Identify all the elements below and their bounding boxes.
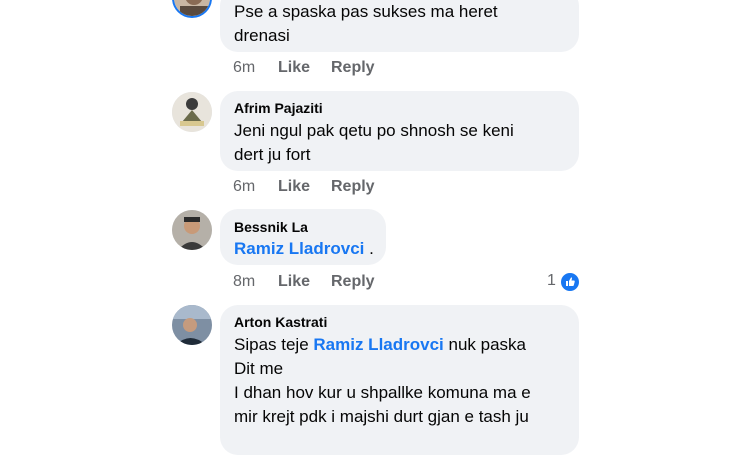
comment-author[interactable]: Bessnik La [234, 218, 372, 236]
reply-button[interactable]: Reply [331, 177, 375, 197]
comment-text-line: I dhan hov kur u shpallke komuna ma e [234, 383, 531, 402]
mention-link[interactable]: Ramiz Lladrovci [313, 335, 443, 354]
comment-text-line: Pse a spaska pas sukses ma heret [234, 2, 498, 21]
comment-actions: 6m Like Reply [233, 58, 433, 78]
reaction-count-value: 1 [547, 272, 556, 289]
comment-time[interactable]: 6m [233, 177, 255, 197]
reply-button[interactable]: Reply [331, 272, 375, 292]
comment-text-line: Jeni ngul pak qetu po shnosh se keni [234, 121, 514, 140]
reaction-count[interactable]: 1 [547, 271, 556, 291]
reply-button[interactable]: Reply [331, 58, 375, 78]
comment-time[interactable]: 8m [233, 272, 255, 292]
comment-bubble: Arton Kastrati Sipas teje Ramiz Lladrovc… [220, 305, 579, 455]
mention-link[interactable]: Ramiz Lladrovci [234, 239, 364, 258]
comment-text-line: mir krejt pdk i majshi durt gjan e tash … [234, 407, 529, 426]
comment-author[interactable]: Afrim Pajaziti [234, 99, 565, 117]
comment-text-line: Dit me [234, 359, 284, 378]
avatar-arton [172, 305, 212, 345]
like-button[interactable]: Like [278, 177, 310, 197]
comment-actions: 6m Like Reply [233, 177, 433, 197]
comment-text-line: drenasi [234, 26, 290, 45]
avatar-bessnik [172, 210, 212, 250]
commenter-avatar[interactable] [172, 92, 212, 132]
commenter-avatar[interactable] [172, 0, 212, 18]
comment-text-line: Sipas teje Ramiz Lladrovci nuk paska [234, 333, 565, 357]
comment-bubble: Afrim Pajaziti Jeni ngul pak qetu po shn… [220, 91, 579, 171]
avatar-1 [174, 0, 210, 16]
thumbs-up-icon [560, 272, 580, 292]
comment-bubble: Bessnik La Ramiz Lladrovci . [220, 209, 386, 265]
comment-text-prefix: Sipas teje [234, 335, 314, 354]
comment-actions: 8m Like Reply [233, 272, 433, 292]
comment-text: Ramiz Lladrovci . [234, 237, 374, 261]
comment-text-suffix: . [364, 239, 374, 258]
comment-text-suffix: nuk paska [443, 335, 526, 354]
comment-author[interactable]: Arton Kastrati [234, 313, 565, 331]
comment-time[interactable]: 6m [233, 58, 255, 78]
comment-bubble: Pse a spaska pas sukses ma heret drenasi [220, 0, 579, 52]
avatar-afrim [172, 92, 212, 132]
like-button[interactable]: Like [278, 58, 310, 78]
commenter-avatar[interactable] [172, 305, 212, 345]
commenter-avatar[interactable] [172, 210, 212, 250]
like-button[interactable]: Like [278, 272, 310, 292]
comment-text-line: dert ju fort [234, 145, 311, 164]
